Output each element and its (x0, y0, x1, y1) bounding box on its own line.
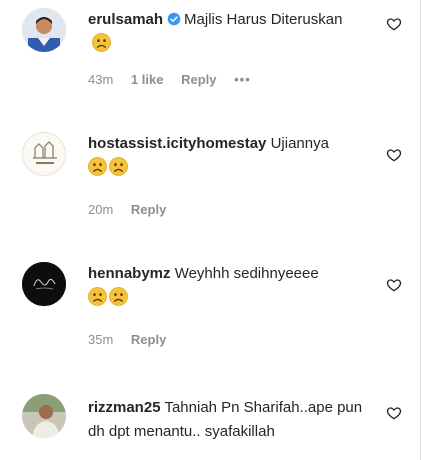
sad-face-emoji-icon (88, 287, 107, 306)
reply-button[interactable]: Reply (131, 202, 166, 217)
henna-logo (22, 262, 66, 306)
timestamp: 35m (88, 332, 114, 347)
username[interactable]: hostassist.icityhomestay (88, 135, 266, 152)
comment-text: Ujiannya (270, 135, 329, 152)
like-heart-icon[interactable] (386, 147, 402, 163)
avatar[interactable] (22, 132, 66, 176)
username[interactable]: erulsamah (88, 11, 163, 28)
sad-face-emoji-icon (92, 33, 111, 52)
reply-button[interactable]: Reply (181, 72, 216, 87)
username[interactable]: rizzman25 (88, 399, 161, 416)
homestay-logo (23, 133, 65, 175)
avatar[interactable] (22, 262, 66, 306)
username[interactable]: hennabymz (88, 265, 171, 282)
avatar[interactable] (22, 8, 66, 52)
comment-text: Weyhhh sedihnyeeee (174, 265, 319, 282)
sad-face-emoji-icon (109, 287, 128, 306)
more-options-button[interactable]: ••• (234, 72, 251, 87)
like-heart-icon[interactable] (386, 405, 402, 421)
reply-button[interactable]: Reply (131, 332, 166, 347)
like-count[interactable]: 1 like (131, 72, 164, 87)
avatar[interactable] (22, 394, 66, 438)
like-heart-icon[interactable] (386, 277, 402, 293)
timestamp: 43m (88, 72, 114, 87)
comment-text: Majlis Harus Diteruskan (184, 11, 343, 28)
sad-face-emoji-icon (88, 157, 107, 176)
like-heart-icon[interactable] (386, 16, 402, 32)
verified-badge-icon (167, 12, 181, 26)
sad-face-emoji-icon (109, 157, 128, 176)
timestamp: 20m (88, 202, 114, 217)
